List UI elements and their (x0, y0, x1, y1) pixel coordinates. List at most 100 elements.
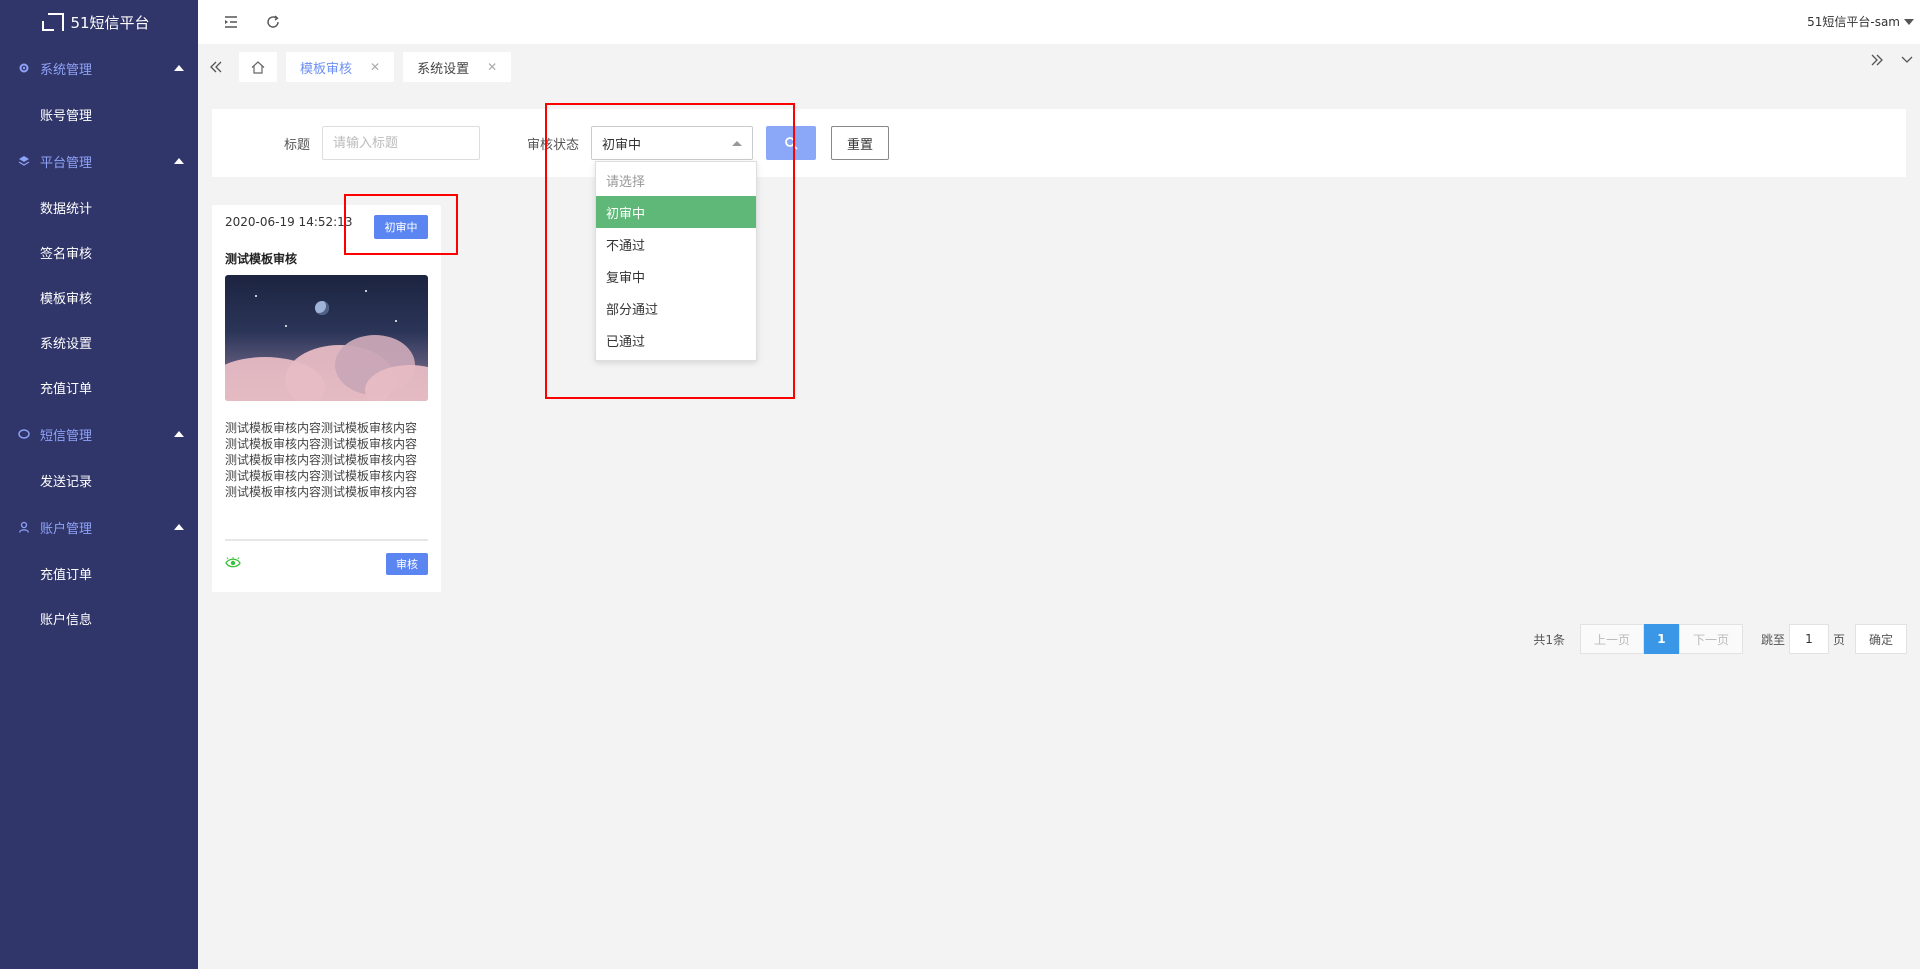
title-input[interactable] (322, 126, 481, 160)
moon-shape (315, 301, 329, 315)
goto-label: 跳至 (1760, 632, 1785, 647)
status-dropdown: 请选择 初审中 不通过 复审中 部分通过 已通过 (595, 161, 757, 361)
next-page-button[interactable]: 下一页 (1678, 624, 1743, 654)
title-label: 标题 (284, 137, 311, 153)
card-title: 测试模板审核 (225, 252, 298, 266)
sidebar-item-label: 账户信息 (40, 613, 93, 628)
tab-home[interactable] (239, 52, 277, 82)
sidebar-item-label: 充值订单 (40, 382, 93, 397)
card-content: 测试模板审核内容测试模板审核内容 测试模板审核内容测试模板审核内容 测试模板审核… (225, 421, 418, 499)
caret-down-icon (1904, 18, 1914, 25)
status-select-value: 初审中 (602, 137, 642, 153)
eye-icon[interactable] (225, 557, 241, 569)
sidebar-group-sms[interactable]: 短信管理 (0, 410, 198, 458)
star-dot (365, 290, 367, 292)
star-dot (395, 320, 397, 322)
topbar: 51短信平台-sam (198, 0, 1920, 44)
menu-toggle-button[interactable] (222, 13, 240, 31)
tabs-scroll-left-button[interactable] (202, 53, 230, 81)
chevron-up-icon (174, 158, 184, 164)
reset-button[interactable]: 重置 (831, 126, 890, 160)
sidebar-item-account-info[interactable]: 账户信息 (0, 596, 198, 641)
dropdown-option[interactable]: 部分通过 (596, 292, 756, 324)
card-date: 2020-06-19 14:52:13 (225, 215, 353, 229)
logo-icon (42, 13, 65, 31)
card-image (225, 275, 428, 401)
pagination-total: 共1条 (1533, 632, 1565, 647)
star-dot (255, 295, 257, 297)
dropdown-option[interactable]: 请选择 (596, 164, 756, 196)
sidebar-item-system-settings[interactable]: 系统设置 (0, 320, 198, 365)
sidebar-group-system[interactable]: 系统管理 (0, 44, 198, 92)
double-chevron-right-icon[interactable] (1870, 53, 1884, 67)
pagination: 共1条 上一页 1 下一页 跳至 页 确定 (1533, 624, 1907, 654)
chevron-up-icon (174, 524, 184, 530)
review-button[interactable]: 审核 (386, 553, 428, 575)
refresh-button[interactable] (264, 13, 282, 31)
tab-system-settings[interactable]: 系统设置 ✕ (403, 52, 512, 82)
sidebar-group-label: 短信管理 (40, 428, 93, 444)
goto-page-input[interactable] (1788, 624, 1829, 654)
sidebar-item-signature-review[interactable]: 签名审核 (0, 230, 198, 275)
refresh-icon (267, 15, 279, 28)
sidebar-item-label: 数据统计 (40, 202, 93, 217)
user-menu[interactable]: 51短信平台-sam (1807, 13, 1914, 30)
sidebar-item-label: 模板审核 (40, 292, 93, 307)
sidebar-item-account-recharge-orders[interactable]: 充值订单 (0, 551, 198, 596)
template-card: 2020-06-19 14:52:13 初审中 测试模板审核 测试模板审核内容测… (212, 205, 441, 592)
close-icon[interactable]: ✕ (370, 60, 380, 74)
dropdown-option-selected[interactable]: 初审中 (596, 196, 756, 228)
sidebar-item-send-records[interactable]: 发送记录 (0, 458, 198, 503)
sidebar-item-label: 系统设置 (40, 337, 93, 352)
sidebar-group-platform[interactable]: 平台管理 (0, 137, 198, 185)
dropdown-option[interactable]: 已通过 (596, 324, 756, 356)
gear-icon (19, 63, 29, 73)
card-divider (225, 539, 428, 541)
search-button[interactable] (766, 126, 817, 160)
double-chevron-left-icon (210, 61, 222, 73)
sidebar-group-label: 平台管理 (40, 155, 93, 171)
page-1-button[interactable]: 1 (1643, 624, 1679, 654)
indent-icon (225, 16, 237, 28)
tab-template-review[interactable]: 模板审核 ✕ (286, 52, 395, 82)
close-icon[interactable]: ✕ (487, 60, 497, 74)
sidebar-item-account-management[interactable]: 账号管理 (0, 92, 198, 137)
caret-up-icon (732, 141, 743, 146)
tabs-bar: 模板审核 ✕ 系统设置 ✕ (198, 44, 1920, 90)
sidebar-item-label: 签名审核 (40, 247, 93, 262)
sidebar-item-template-review[interactable]: 模板审核 (0, 275, 198, 320)
sidebar-item-data-statistics[interactable]: 数据统计 (0, 185, 198, 230)
page-unit-label: 页 (1832, 632, 1845, 647)
filter-panel: 标题 审核状态 初审中 重置 (212, 109, 1906, 177)
dropdown-option[interactable]: 不通过 (596, 228, 756, 260)
dropdown-option[interactable]: 复审中 (596, 260, 756, 292)
tab-label: 模板审核 (300, 61, 353, 77)
chevron-up-icon (174, 65, 184, 71)
search-icon (785, 137, 798, 150)
sidebar-item-recharge-orders[interactable]: 充值订单 (0, 365, 198, 410)
message-icon (18, 429, 30, 439)
sidebar-group-label: 系统管理 (40, 62, 93, 78)
sidebar: 51短信平台 系统管理 账号管理 平台管理 数据统计 签名审核 模板审核 系统设… (0, 0, 198, 969)
chevron-up-icon (174, 431, 184, 437)
user-name: 51短信平台-sam (1807, 15, 1900, 29)
user-icon (18, 521, 30, 533)
status-badge: 初审中 (374, 215, 428, 239)
sidebar-item-label: 发送记录 (40, 475, 93, 490)
layers-icon (18, 156, 30, 166)
sidebar-group-account[interactable]: 账户管理 (0, 503, 198, 551)
logo-text: 51短信平台 (70, 13, 150, 32)
tabs-right-controls (1870, 53, 1914, 67)
prev-page-button[interactable]: 上一页 (1579, 624, 1644, 654)
app-logo[interactable]: 51短信平台 (0, 0, 198, 44)
goto-confirm-button[interactable]: 确定 (1855, 624, 1907, 654)
sidebar-item-label: 充值订单 (40, 568, 93, 583)
tab-label: 系统设置 (417, 61, 470, 77)
star-dot (285, 325, 287, 327)
sidebar-item-label: 账号管理 (40, 109, 93, 124)
home-icon (251, 60, 265, 74)
chevron-down-icon[interactable] (1900, 53, 1914, 67)
status-select[interactable]: 初审中 (591, 126, 754, 160)
status-label: 审核状态 (527, 137, 580, 153)
sidebar-group-label: 账户管理 (40, 521, 93, 537)
